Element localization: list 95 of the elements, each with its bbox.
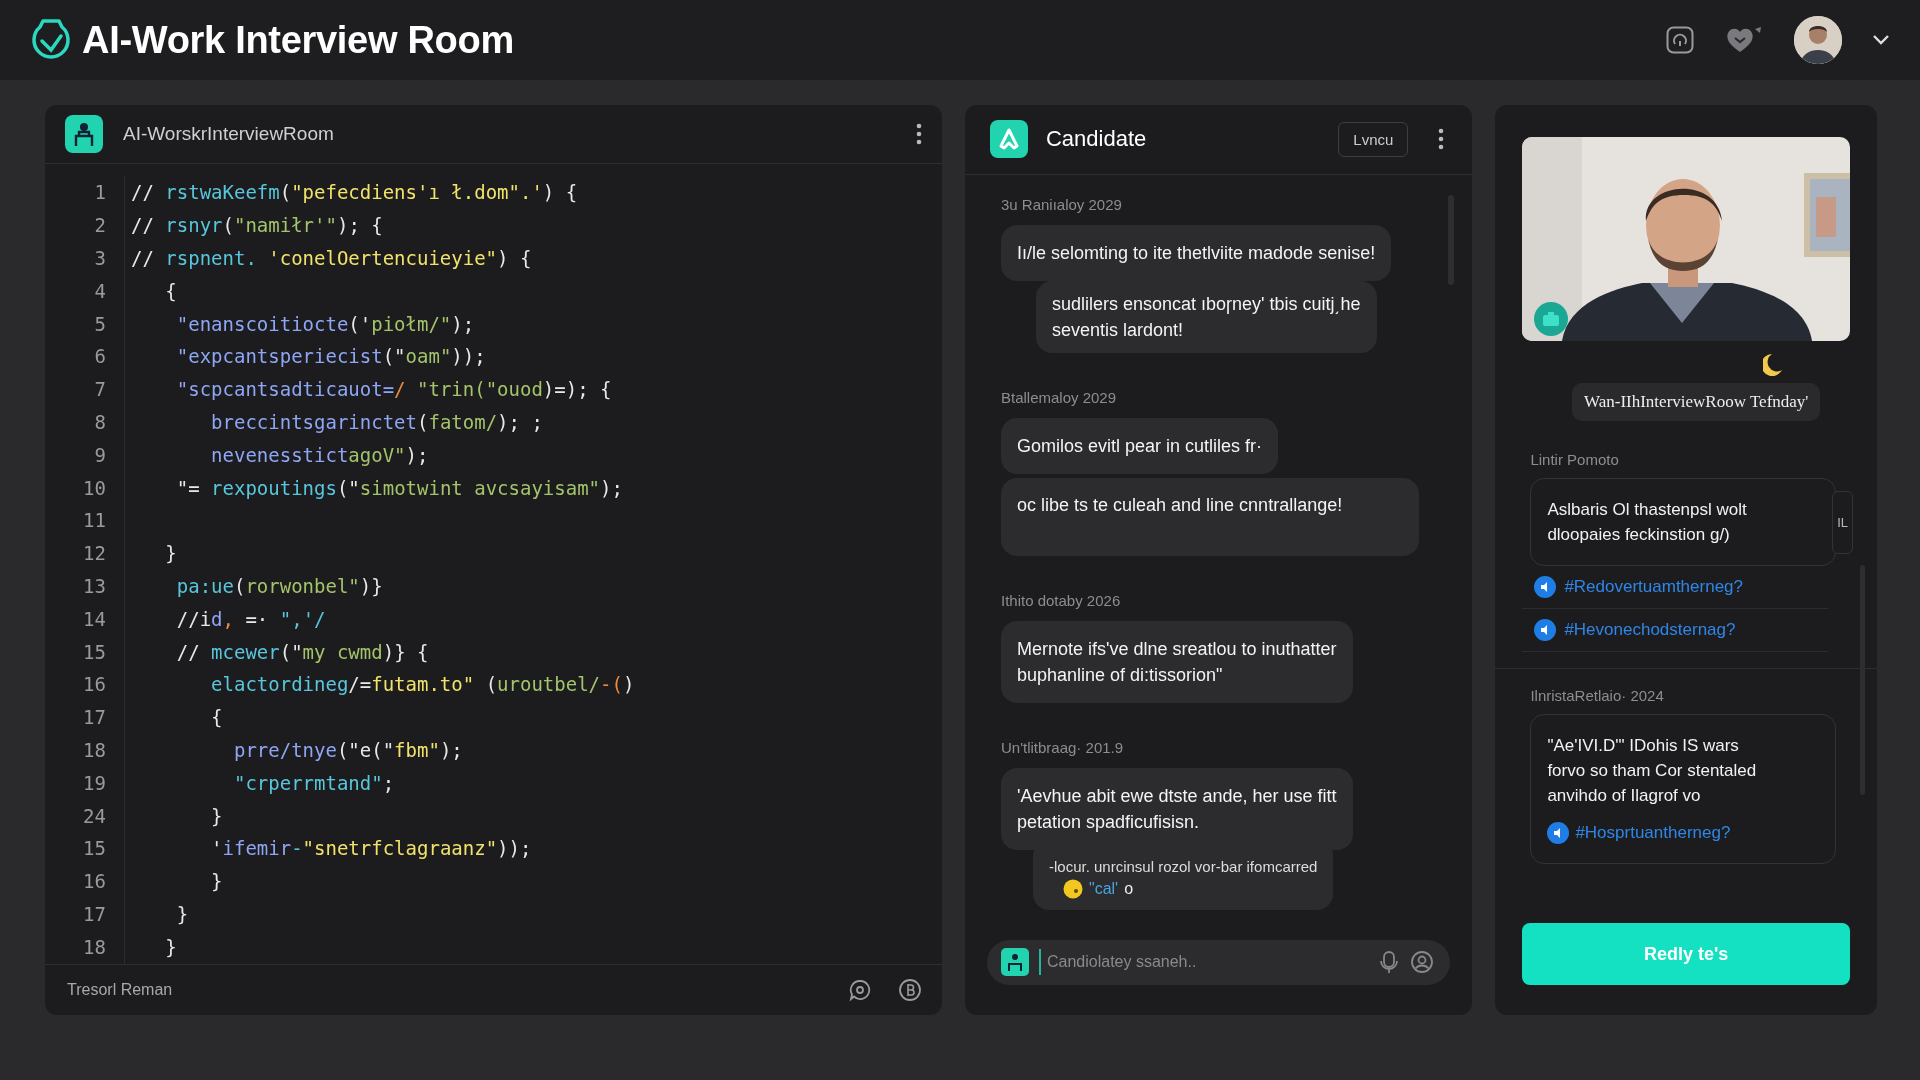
date-label: Ithito dotaby 2026	[1000, 591, 1121, 609]
note-text: "Ae'IVI.D'" IDohis IS wars forvo so tham Cor stentaled anvihdo of Ilagrof vo	[1547, 735, 1758, 807]
message-text: sudlilers ensoncat ıboɼney' tbis cuitj͵he seventis lardont!	[1051, 292, 1361, 342]
date-label: 3u Raniıaloy 2029	[1000, 195, 1122, 213]
line-number: 15	[82, 836, 106, 862]
line-number: 18	[82, 737, 106, 763]
line-number: 19	[82, 770, 106, 796]
code-line: }	[210, 869, 224, 895]
code-line: {	[164, 278, 178, 304]
side-tab[interactable]: IL	[1832, 491, 1853, 554]
refresh-icon[interactable]	[1666, 26, 1694, 54]
section-heading: Lintir Pomoto	[1530, 451, 1620, 468]
message-text: 'Aevhue abit ewe dtste ande, her use fitt petation spadficufisisn.	[1016, 784, 1337, 834]
message-text: Iı/le selomting to ite thetlviite madode senise!	[1016, 241, 1376, 265]
app-icon	[989, 120, 1028, 159]
speaker-icon	[1534, 576, 1557, 598]
link[interactable]: #Redovertuamtherneg?	[1564, 577, 1743, 597]
line-number: 8	[93, 409, 106, 435]
session-label: Wan-IIhInterviewRoow Tefnday'	[1572, 383, 1821, 421]
code-line: 'ifemir-"snetrfclagraanz"));	[210, 836, 533, 862]
code-line: "crperrmtand";	[232, 770, 396, 796]
chat-title: Candidate	[1045, 126, 1148, 153]
message-input[interactable]: Candiolatey ssaneh..	[1038, 949, 1369, 976]
code-line: pa:ue(rorwonbel")}	[175, 573, 384, 599]
message-text: -locur. unrcinsul rozol vor-bar ifomcarred	[1048, 856, 1318, 877]
line-number: 6	[93, 344, 106, 370]
code-line: // rsnyr("namiłr'"); {	[131, 213, 384, 239]
chevron-down-icon[interactable]	[1872, 34, 1890, 46]
line-number: 14	[82, 606, 106, 632]
line-number: 16	[82, 869, 106, 895]
code-line: "expcantsperiecist("oam"));	[175, 344, 487, 370]
coin-icon[interactable]	[897, 977, 922, 1002]
moon-icon	[1763, 353, 1784, 377]
microphone-icon[interactable]	[1378, 950, 1401, 975]
message-text: Mernote ifs've dlne sreatlou to inuthatter buphanline of di:tissorion"	[1016, 637, 1337, 687]
heart-icon[interactable]	[1724, 25, 1764, 55]
link[interactable]: #Hevonechodsternag?	[1564, 620, 1736, 640]
line-number: 17	[82, 901, 106, 927]
line-number: 2	[93, 213, 106, 239]
code-line: //id, =· ",'/	[175, 606, 327, 632]
line-number: 1	[93, 180, 106, 206]
section-heading: IlnristaRetlaio· 2024	[1530, 687, 1665, 704]
header-button[interactable]: Lvncu	[1338, 121, 1409, 157]
code-line: }	[210, 803, 224, 829]
message-text: o	[1124, 878, 1134, 899]
app-icon	[1000, 948, 1029, 977]
link[interactable]: #Hosprtuantherneg?	[1575, 820, 1731, 845]
message-text: oc libe ts te culeah and line cnntrallange!	[1016, 493, 1344, 517]
line-number: 16	[82, 672, 106, 698]
code-line: elactordineg/=futam.to" (uroutbel/-()	[210, 672, 635, 698]
app-icon	[65, 115, 103, 154]
code-line: breccintsgarinctet(fatom/); ;	[210, 409, 544, 435]
code-line: // rspnent. 'conelOertencuieyie") {	[131, 246, 533, 271]
chat-icon[interactable]	[847, 977, 872, 1002]
code-line: "scpcantsadticauot=/ "trin("ouod)=); {	[175, 377, 613, 403]
code-line: // rstwaKeefm("pefecdiens'ı ł.dom".') {	[131, 180, 579, 206]
app-title: AI-Work Interview Room	[82, 18, 514, 62]
speaker-icon	[1547, 821, 1570, 844]
line-number: 7	[93, 377, 106, 403]
line-number: 13	[82, 573, 106, 599]
line-number: 24	[82, 803, 106, 829]
avatar[interactable]	[1794, 16, 1842, 64]
code-line: }	[164, 934, 178, 960]
line-number: 18	[82, 934, 106, 960]
line-number: 9	[93, 442, 106, 468]
line-number: 4	[93, 278, 106, 304]
line-number: 17	[82, 705, 106, 731]
camera-icon	[1534, 302, 1569, 336]
line-number: 5	[93, 311, 106, 337]
code-line: "enanscoitiocte('piołm/");	[175, 311, 476, 337]
footer-label: Tresorl Reman	[67, 980, 174, 999]
code-line: "= rexpoutings("simotwint avcsayisam");	[175, 475, 624, 501]
code-line: nevenesstictagoV");	[210, 442, 430, 468]
message-field[interactable]: Candiolatey ssaneh..	[986, 939, 1451, 985]
code-line: }	[164, 541, 178, 567]
message-text: Gomilos evitl pear in cutliles fr·	[1016, 434, 1263, 458]
date-label: Un'tlitbraag· 201.9	[1000, 738, 1124, 756]
line-number: 10	[82, 475, 106, 501]
editor-title: AI-WorskrInterviewRoom	[123, 123, 335, 146]
code-line: // mcewer("my cwmd)} {	[175, 639, 430, 665]
speaker-icon	[1534, 619, 1557, 641]
line-number: 12	[82, 541, 106, 567]
date-label: Btallemaloy 2029	[1000, 388, 1117, 406]
link[interactable]: "cal'	[1088, 877, 1119, 900]
code-line: prre/tnye("e("fbm");	[232, 737, 464, 763]
code-line: {	[210, 705, 224, 731]
user-icon[interactable]	[1410, 950, 1435, 975]
line-number: 3	[93, 246, 106, 271]
more-icon[interactable]	[1438, 128, 1445, 151]
emoji-icon	[1062, 878, 1083, 899]
line-number: 15	[82, 639, 106, 665]
line-number: 11	[82, 508, 106, 534]
note-text: Aslbaris Ol thastenpsl wolt dloopaies feckinstion g/)	[1547, 499, 1748, 546]
more-icon[interactable]	[915, 123, 922, 146]
code-line: }	[175, 901, 190, 927]
